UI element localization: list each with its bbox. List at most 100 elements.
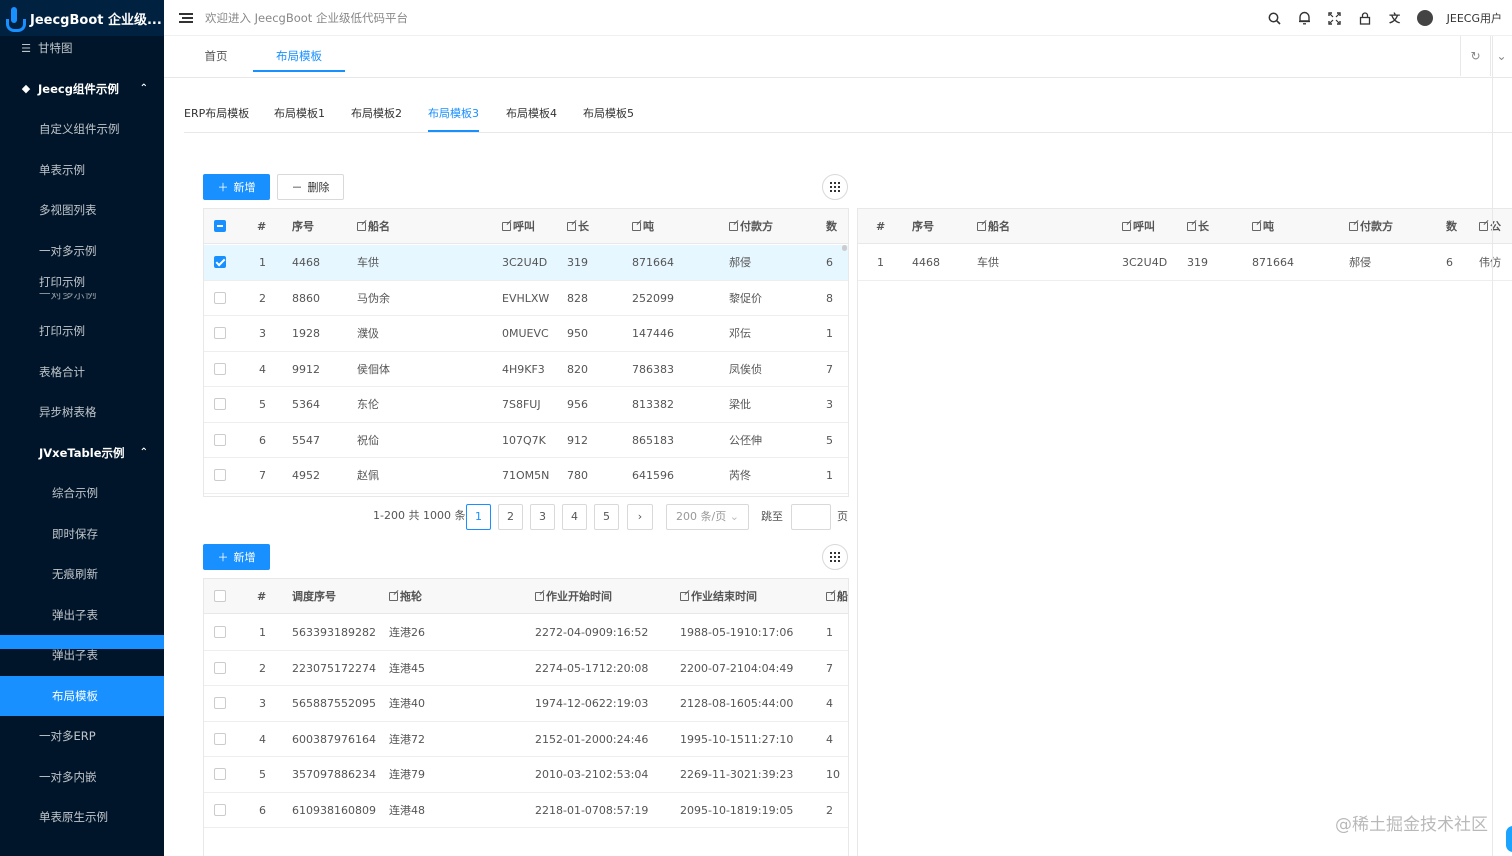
translate-icon[interactable]: 文 [1387,10,1403,26]
page-size-select[interactable]: 200 条/页 ⌄ [666,504,749,530]
row-checkbox[interactable] [214,768,226,780]
page-5[interactable]: 5 [594,504,619,530]
subtab-erp[interactable]: ERP布局模板 [184,96,249,132]
cell-ton[interactable]: 147446 [632,316,674,351]
row-checkbox[interactable] [214,732,226,745]
table-row[interactable]: 4 9912 侯佪体 4H9KF3 820 786383 凤俟侦 7 [204,352,848,387]
cell-seq[interactable]: 8860 [292,281,320,316]
cell-start-time[interactable]: 2010-03-2102:53:04 [535,757,648,792]
cell-payer[interactable]: 芮佟 [729,458,751,493]
cell-start-time[interactable]: 2274-05-1712:20:08 [535,651,648,686]
table-row[interactable]: 7 4952 赵佩 71OM5N 780 641596 芮佟 1 [204,458,848,494]
sidebar-item-layout-template[interactable]: 布局模板 [0,675,164,716]
cell-call[interactable]: 107Q7K [502,423,546,458]
cell-end-time[interactable]: 2128-08-1605:44:00 [680,686,793,721]
cell-seq[interactable]: 5547 [292,423,320,458]
cell-start-time[interactable]: 2152-01-2000:24:46 [535,722,648,757]
cell-num[interactable]: 3 [826,387,833,422]
page-2[interactable]: 2 [498,504,523,530]
cell-ship-count[interactable]: 1 [826,615,833,650]
cell-num[interactable]: 1 [826,316,833,351]
next-page-button[interactable]: › [627,504,653,530]
column-settings-button[interactable] [822,174,848,200]
cell-len[interactable]: 780 [567,458,588,493]
menu-fold-icon[interactable] [179,12,193,23]
cell-ship[interactable]: 东伦 [357,387,379,422]
row-checkbox[interactable] [214,469,226,481]
cell-ship[interactable]: 祝佡 [357,423,379,458]
row-checkbox[interactable] [214,626,226,638]
sidebar-group-jeecg-components[interactable]: ◆ Jeecg组件示例 ⌃ [0,69,164,110]
cell-dispatch-seq[interactable]: 357097886234 [292,757,376,792]
row-checkbox[interactable] [214,803,226,816]
cell-ship[interactable]: 马伪余 [357,281,390,316]
cell-tug[interactable]: 连港48 [389,793,425,828]
cell-payer[interactable]: 黎促价 [729,281,762,316]
chevron-down-icon[interactable]: ⌄ [1490,36,1512,76]
table-row[interactable]: 6 610938160809 连港48 2218-01-0708:57:19 2095-… [204,793,848,828]
table-row[interactable]: 1 4468 车供 3C2U4D 319 871664 郝侵 6 [204,245,848,281]
cell-end-time[interactable]: 1995-10-1511:27:10 [680,722,793,757]
cell-payer[interactable]: 公伾伸 [729,423,762,458]
fullscreen-icon[interactable] [1327,10,1343,26]
cell-ton[interactable]: 865183 [632,423,674,458]
table-row[interactable]: 5 357097886234 连港79 2010-03-2102:53:04 2269-… [204,757,848,793]
cell-call[interactable]: 0MUEVC [502,316,549,351]
row-checkbox[interactable] [214,433,226,446]
subtab-layout-1[interactable]: 布局模板1 [274,96,325,132]
cell-payer[interactable]: 梁仳 [729,387,751,422]
sidebar-item-one-to-many-inline[interactable]: 一对多内嵌 [0,757,164,798]
cell-payer[interactable]: 郝侵 [729,245,751,280]
cell-start-time[interactable]: 2272-04-0909:16:52 [535,615,648,650]
cell-ship-count[interactable]: 2 [826,793,833,828]
cell-ship-count[interactable]: 4 [826,686,833,721]
table-row[interactable]: 4 600387976164 连港72 2152-01-2000:24:46 1995-… [204,722,848,757]
cell-call[interactable]: 3C2U4D [502,245,547,280]
cell-dispatch-seq[interactable]: 600387976164 [292,722,376,757]
jump-input[interactable] [791,504,831,530]
cell-ship[interactable]: 赵佩 [357,458,379,493]
page-3[interactable]: 3 [530,504,555,530]
table-row[interactable]: 5 5364 东伦 7S8FUJ 956 813382 梁仳 3 [204,387,848,423]
column-settings-button[interactable] [822,544,848,570]
add-button[interactable]: ＋ 新增 [203,174,270,200]
cell-start-time[interactable]: 2218-01-0708:57:19 [535,793,648,828]
cell-call[interactable]: 7S8FUJ [502,387,541,422]
cell-ship-count[interactable]: 10 [826,757,840,792]
sidebar-item-popup-subtable-2[interactable]: 弹出子表 [0,635,164,676]
cell-end-time[interactable]: 2095-10-1819:19:05 [680,793,793,828]
cell-ton[interactable]: 641596 [632,458,674,493]
tab-home[interactable]: 首页 [196,36,236,72]
cell-call[interactable]: 4H9KF3 [502,352,545,387]
cell-tug[interactable]: 连港79 [389,757,425,792]
table-row[interactable]: 6 5547 祝佡 107Q7K 912 865183 公伾伸 5 [204,423,848,458]
sidebar-item-custom-components[interactable]: 自定义组件示例 [0,109,164,150]
select-all-checkbox[interactable] [214,590,226,602]
cell-end-time[interactable]: 2200-07-2104:04:49 [680,651,793,686]
cell-num[interactable]: 7 [826,352,833,387]
avatar[interactable] [1416,10,1433,26]
page-4[interactable]: 4 [562,504,587,530]
page-1[interactable]: 1 [466,504,491,530]
sidebar-item-async-tree[interactable]: 异步树表格 [0,392,164,433]
row-checkbox[interactable] [214,362,226,375]
cell-seq[interactable]: 4468 [292,245,320,280]
search-icon[interactable] [1267,10,1283,26]
table-row[interactable]: 3 1928 濮伋 0MUEVC 950 147446 邓伝 1 [204,316,848,352]
cell-end-time[interactable]: 2269-11-3021:39:23 [680,757,793,792]
cell-ship[interactable]: 侯佪体 [357,352,390,387]
cell-ton[interactable]: 786383 [632,352,674,387]
refresh-icon[interactable]: ↻ [1460,36,1490,76]
cell-tug[interactable]: 连港26 [389,615,425,650]
cell-ship-count[interactable]: 4 [826,722,833,757]
row-checkbox[interactable] [214,327,226,339]
sidebar-item-native-single[interactable]: 单表原生示例 [0,797,164,838]
subtab-layout-4[interactable]: 布局模板4 [506,96,557,132]
sidebar-item-comprehensive[interactable]: 综合示例 [0,473,164,514]
cell-ship-count[interactable]: 7 [826,651,833,686]
cell-len[interactable]: 956 [567,387,588,422]
user-name[interactable]: JEECG用户 [1447,10,1502,26]
cell-dispatch-seq[interactable]: 223075172274 [292,651,376,686]
sidebar-item-one-to-many-erp[interactable]: 一对多ERP [0,716,164,757]
cell-call[interactable]: EVHLXW [502,281,549,316]
